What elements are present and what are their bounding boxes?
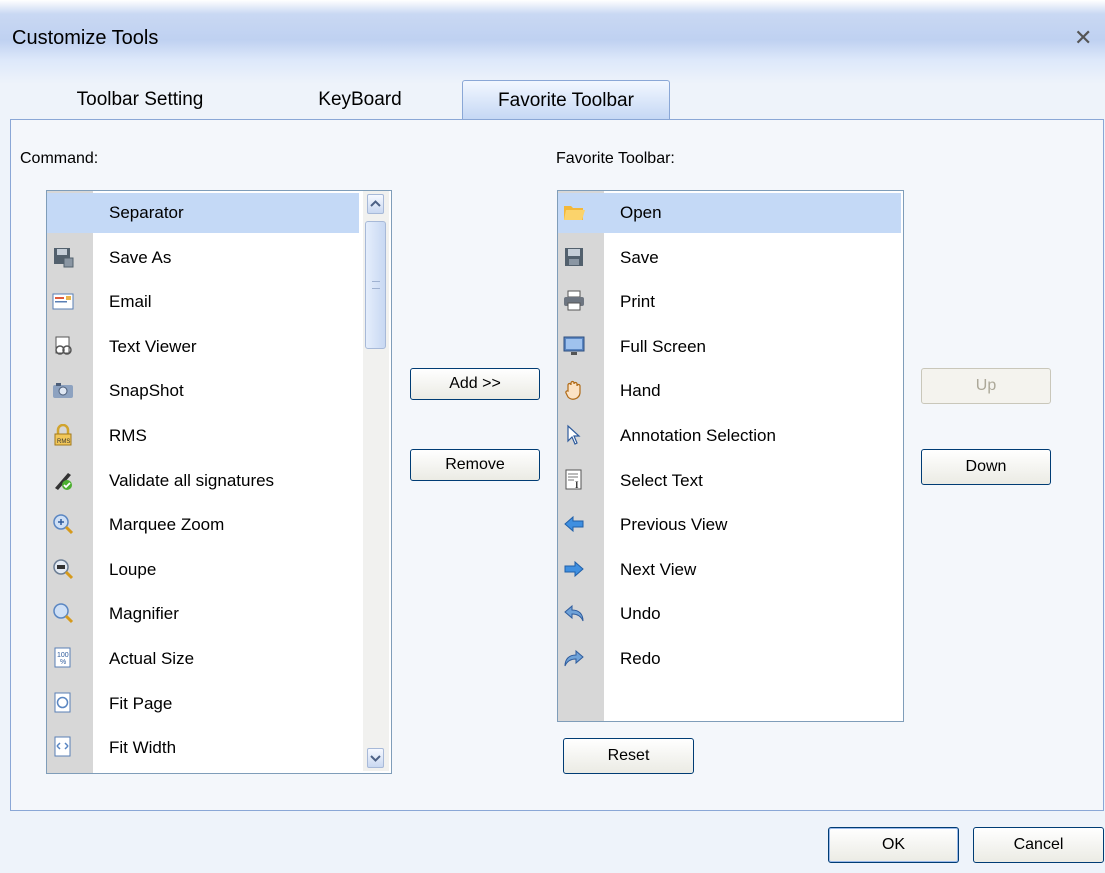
marquee-zoom-icon xyxy=(52,513,74,535)
command-item-label: Fit Width xyxy=(109,738,177,758)
command-item[interactable]: Validate all signatures xyxy=(47,461,359,501)
folder-open-icon xyxy=(563,201,585,223)
command-item-label: Save As xyxy=(109,247,172,267)
command-item[interactable]: Magnifier xyxy=(47,594,359,634)
arrow-cursor-icon xyxy=(563,424,585,446)
favorite-item[interactable]: Redo xyxy=(558,639,901,679)
command-item[interactable]: Separator xyxy=(47,193,359,233)
magnifier-icon xyxy=(52,602,74,624)
remove-button[interactable]: Remove xyxy=(410,449,540,481)
actual-size-icon: 100% xyxy=(52,647,74,669)
command-item-label: Separator xyxy=(109,203,184,222)
favorite-item-label: Next View xyxy=(620,559,697,579)
favorite-item-label: Full Screen xyxy=(620,336,706,356)
favorite-item-label: Print xyxy=(620,292,655,312)
dialog-title: Customize Tools xyxy=(12,27,159,49)
favorite-item[interactable]: Undo xyxy=(558,594,901,634)
save-icon xyxy=(563,246,585,268)
tab-keyboard[interactable]: KeyBoard xyxy=(285,80,435,120)
favorite-item-label: Previous View xyxy=(620,515,728,535)
cancel-button[interactable]: Cancel xyxy=(973,827,1104,863)
hand-icon xyxy=(563,379,585,401)
command-label: Command: xyxy=(20,150,99,167)
favorite-item[interactable]: Annotation Selection xyxy=(558,416,901,456)
chevron-down-icon xyxy=(370,755,381,762)
command-item[interactable]: Save As xyxy=(47,238,359,278)
svg-text:%: % xyxy=(60,659,66,666)
favorite-item-label: Open xyxy=(620,203,662,222)
thumb-grip-icon xyxy=(372,281,380,289)
command-item[interactable]: Email xyxy=(47,282,359,322)
scroll-thumb[interactable] xyxy=(365,221,386,349)
rms-lock-icon: RMS xyxy=(52,423,74,446)
email-icon xyxy=(52,290,74,312)
tab-favorite-toolbar[interactable]: Favorite Toolbar xyxy=(462,80,670,121)
undo-icon xyxy=(563,602,585,624)
tab-toolbar-setting[interactable]: Toolbar Setting xyxy=(40,80,240,120)
command-item[interactable]: 100% Actual Size xyxy=(47,639,359,679)
command-item[interactable]: RMS RMS xyxy=(47,416,359,456)
arrow-right-icon xyxy=(563,558,585,580)
command-item[interactable]: Text Viewer xyxy=(47,327,359,367)
svg-text:I: I xyxy=(575,480,579,490)
command-item-label: Marquee Zoom xyxy=(109,515,225,535)
title-bar: Customize Tools ✕ xyxy=(0,0,1105,84)
favorite-item-label: Save xyxy=(620,247,659,267)
favorite-item[interactable]: Print xyxy=(558,282,901,322)
favorite-item-label: Undo xyxy=(620,604,661,624)
favorite-item-label: Annotation Selection xyxy=(620,426,776,445)
ok-button[interactable]: OK xyxy=(828,827,959,863)
command-item-label: Fit Page xyxy=(109,693,173,713)
command-item-label: Text Viewer xyxy=(109,336,197,356)
command-item-label: Email xyxy=(109,292,152,312)
favorite-item[interactable]: Previous View xyxy=(558,505,901,545)
favorite-toolbar-list[interactable]: Open Save Print Full Screen Hand Annotation S… xyxy=(557,190,904,722)
scroll-down-button[interactable] xyxy=(367,748,384,768)
camera-icon xyxy=(52,379,74,401)
command-item[interactable]: Loupe xyxy=(47,550,359,590)
favorite-item[interactable]: Hand xyxy=(558,371,901,411)
svg-text:RMS: RMS xyxy=(57,439,70,445)
fit-page-icon xyxy=(52,692,74,714)
select-text-icon: I xyxy=(563,469,585,491)
close-icon[interactable]: ✕ xyxy=(1074,27,1092,49)
text-viewer-icon xyxy=(52,335,74,357)
favorite-item-label: Select Text xyxy=(620,470,703,490)
favorite-item[interactable]: Open xyxy=(558,193,901,233)
command-item[interactable]: Marquee Zoom xyxy=(47,505,359,545)
command-item-label: Actual Size xyxy=(109,649,195,668)
command-item-label: RMS xyxy=(109,426,147,445)
favorite-item[interactable]: Next View xyxy=(558,550,901,590)
favorite-item-label: Redo xyxy=(620,649,661,668)
loupe-icon xyxy=(52,558,74,580)
command-item-label: SnapShot xyxy=(109,381,184,401)
favorite-item[interactable]: I Select Text xyxy=(558,461,901,501)
redo-icon xyxy=(563,647,585,669)
up-button[interactable]: Up xyxy=(921,368,1051,404)
command-item-label: Loupe xyxy=(109,559,157,579)
command-item-label: Validate all signatures xyxy=(109,470,275,490)
command-item[interactable]: Fit Page xyxy=(47,684,359,724)
validate-signature-icon xyxy=(52,469,74,491)
printer-icon xyxy=(563,290,585,312)
full-screen-icon xyxy=(563,335,585,357)
svg-text:100: 100 xyxy=(57,652,69,659)
favorite-toolbar-label: Favorite Toolbar: xyxy=(556,150,675,167)
command-scrollbar[interactable] xyxy=(363,191,389,771)
command-item[interactable]: SnapShot xyxy=(47,371,359,411)
favorite-item[interactable]: Full Screen xyxy=(558,327,901,367)
command-item-label: Magnifier xyxy=(109,604,179,624)
chevron-up-icon xyxy=(370,200,381,207)
command-item[interactable]: Fit Width xyxy=(47,728,359,768)
reset-button[interactable]: Reset xyxy=(563,738,694,774)
command-list[interactable]: Separator Save As Email Text Viewer SnapShot… xyxy=(46,190,392,774)
scroll-up-button[interactable] xyxy=(367,194,384,214)
down-button[interactable]: Down xyxy=(921,449,1051,485)
favorite-item-label: Hand xyxy=(620,381,661,401)
fit-width-icon xyxy=(52,736,74,758)
save-as-icon xyxy=(52,246,74,268)
favorite-item[interactable]: Save xyxy=(558,238,901,278)
arrow-left-icon xyxy=(563,513,585,535)
add-button[interactable]: Add >> xyxy=(410,368,540,400)
